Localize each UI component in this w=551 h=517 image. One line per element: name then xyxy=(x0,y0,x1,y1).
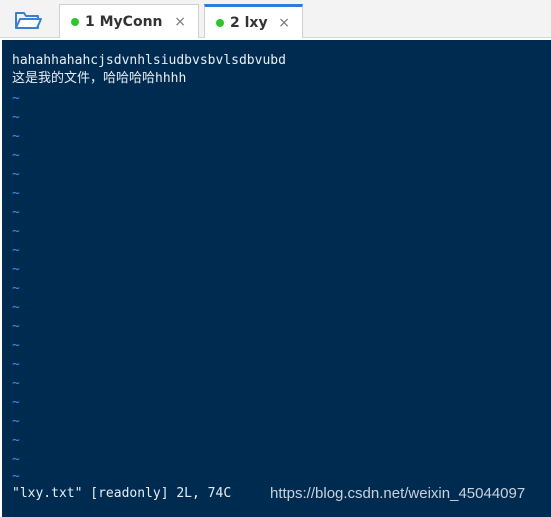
empty-line-marker: ~ xyxy=(12,167,20,182)
connection-status-dot xyxy=(71,17,79,26)
empty-line-marker: ~ xyxy=(12,91,20,106)
empty-line-marker: ~ xyxy=(12,319,20,334)
tab-lxy[interactable]: 2 lxy × xyxy=(204,4,303,38)
empty-line-marker: ~ xyxy=(12,262,20,277)
watermark-text: https://blog.csdn.net/weixin_45044097 xyxy=(270,485,526,502)
connection-status-dot xyxy=(216,18,224,27)
folder-icon xyxy=(15,12,42,29)
empty-line-marker: ~ xyxy=(12,376,20,391)
empty-line-marker: ~ xyxy=(12,224,20,239)
close-icon[interactable]: × xyxy=(174,14,186,30)
empty-line-marker: ~ xyxy=(12,469,20,484)
empty-line-marker: ~ xyxy=(12,205,20,220)
tab-bar: 1 MyConn × 2 lxy × xyxy=(0,0,551,38)
tab-myconn[interactable]: 1 MyConn × xyxy=(59,4,199,38)
empty-line-marker: ~ xyxy=(12,452,20,467)
empty-line-marker: ~ xyxy=(12,129,20,144)
terminal-line: hahahhahahcjsdvnhlsiudbvsbvlsdbvubd xyxy=(12,53,286,68)
open-folder-button[interactable] xyxy=(10,6,46,34)
empty-line-marker: ~ xyxy=(12,433,20,448)
empty-line-marker: ~ xyxy=(12,395,20,410)
empty-line-marker: ~ xyxy=(12,110,20,125)
terminal-pane[interactable]: hahahhahahcjsdvnhlsiudbvsbvlsdbvubd 这是我的… xyxy=(2,40,551,517)
empty-line-marker: ~ xyxy=(12,186,20,201)
vim-status-line: "lxy.txt" [readonly] 2L, 74C xyxy=(12,486,232,501)
empty-line-marker: ~ xyxy=(12,148,20,163)
terminal-line: 这是我的文件，哈哈哈哈hhhh xyxy=(12,71,187,86)
empty-line-marker: ~ xyxy=(12,414,20,429)
tab-label: 2 lxy xyxy=(230,14,268,31)
empty-line-marker: ~ xyxy=(12,357,20,372)
empty-line-marker: ~ xyxy=(12,281,20,296)
empty-line-marker: ~ xyxy=(12,243,20,258)
empty-line-marker: ~ xyxy=(12,338,20,353)
empty-line-marker: ~ xyxy=(12,300,20,315)
tab-label: 1 MyConn xyxy=(85,13,163,30)
close-icon[interactable]: × xyxy=(278,15,290,31)
